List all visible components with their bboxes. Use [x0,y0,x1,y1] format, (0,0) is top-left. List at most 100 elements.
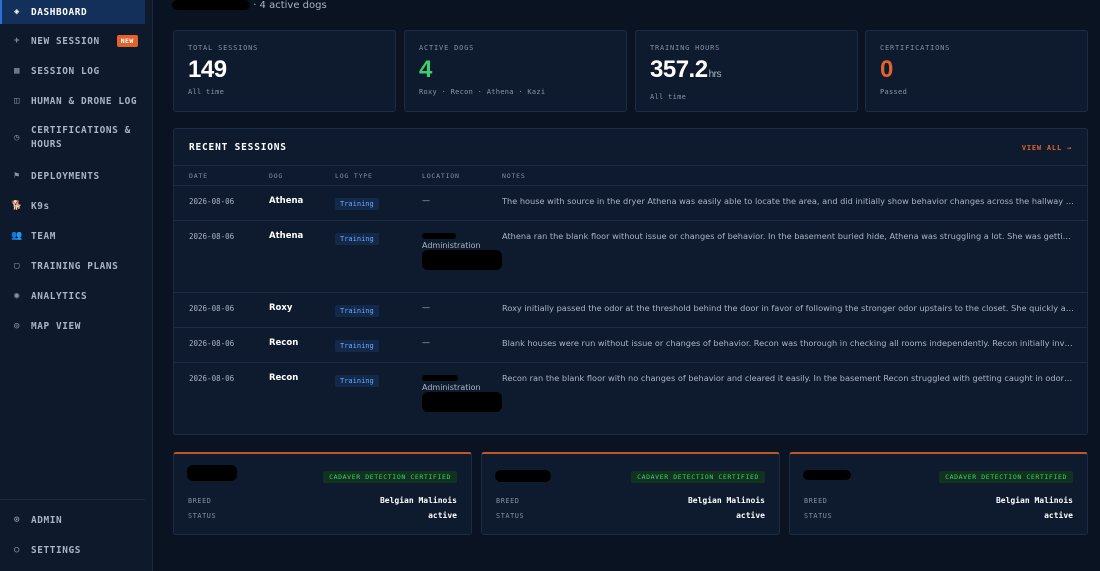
sidebar-item-label: HUMAN & DRONE LOG [31,95,138,107]
sidebar-item-human-drone-log[interactable]: ◫ HUMAN & DRONE LOG [0,86,137,116]
stat-sub: Passed [880,88,908,96]
sidebar-item-team[interactable]: 👥 TEAM [0,221,56,251]
cell-location: — [422,196,430,205]
redacted-text [422,374,458,381]
cell-location: — [422,303,430,312]
sidebar-item-certifications-hours[interactable]: ◷ CERTIFICATIONS & HOURS [0,116,140,160]
cell-dog: Roxy [269,303,293,313]
sidebar-item-new-session[interactable]: + NEW SESSION NEW [0,26,138,56]
cell-log-type-badge: Training [335,198,379,210]
sidebar-item-label: SETTINGS [31,544,81,556]
cell-log-type-badge: Training [335,375,379,387]
sidebar-item-settings[interactable]: ○ SETTINGS [0,535,153,565]
stat-sub: Roxy · Recon · Athena · Kazi [419,88,546,96]
log-icon: ▦ [13,66,21,77]
stat-card-training-hours: TRAINING HOURS 357.2hrs All time [635,30,858,112]
k9-card[interactable]: CADAVER DETECTION CERTIFIED BREED Belgia… [789,452,1088,535]
k9-card[interactable]: CADAVER DETECTION CERTIFIED BREED Belgia… [173,452,472,535]
cell-notes: Athena ran the blank floor without issue… [502,231,1074,241]
sidebar-item-label: DEPLOYMENTS [31,170,100,182]
k9-name-redacted [803,470,851,480]
stat-value: 0 [880,57,1073,83]
cell-date: 2026-08-06 [189,304,235,313]
sidebar-item-k9s[interactable]: 🐕 K9s [0,191,50,221]
certification-badge: CADAVER DETECTION CERTIFIED [631,471,765,483]
sidebar-item-deployments[interactable]: ⚑ DEPLOYMENTS [0,161,100,191]
column-header-dog[interactable]: DOG [269,172,283,180]
location-admin: Administration [422,383,481,392]
cell-notes: Recon ran the blank floor with no change… [502,373,1074,383]
stat-value: 149 [188,57,381,83]
flag-icon: ⚑ [13,171,21,182]
sidebar-bottom: ⊙ ADMIN ○ SETTINGS [0,505,153,565]
breed-label: BREED [804,497,828,505]
redacted-text [172,0,250,10]
cell-log-type-badge: Training [335,305,379,317]
cell-dog: Recon [269,338,299,348]
table-row[interactable]: 2026-08-06 Athena Training Administratio… [174,221,1087,293]
dog-icon: 🐕 [11,201,23,212]
settings-icon: ○ [13,545,21,556]
status-label: STATUS [496,512,525,520]
status-label: STATUS [804,512,833,520]
sidebar-item-map-view[interactable]: ◎ MAP VIEW [0,311,81,341]
redacted-text [422,250,502,270]
sidebar-item-admin[interactable]: ⊙ ADMIN [0,505,153,535]
table-row[interactable]: 2026-08-06 Recon Training Administration… [174,363,1087,435]
sidebar-item-label: TRAINING PLANS [31,260,119,272]
column-header-notes[interactable]: NOTES [502,172,526,180]
sidebar-item-label: CERTIFICATIONS & HOURS [31,125,131,150]
cell-dog: Athena [269,196,304,206]
k9-card[interactable]: CADAVER DETECTION CERTIFIED BREED Belgia… [481,452,780,535]
diamond-icon: ◈ [13,7,21,17]
admin-icon: ⊙ [13,515,21,526]
breed-label: BREED [496,497,520,505]
k9-name-redacted [495,470,551,482]
cell-date: 2026-08-06 [189,374,235,383]
sidebar-item-training-plans[interactable]: ▢ TRAINING PLANS [0,251,118,281]
stat-value: 357.2hrs [650,57,843,88]
view-all-link[interactable]: VIEW ALL → [1022,144,1072,152]
column-header-log-type[interactable]: LOG TYPE [335,172,373,180]
cell-date: 2026-08-06 [189,232,235,241]
stat-unit: hrs [708,69,722,80]
status-value: active [1044,511,1073,520]
table-header: DATE DOG LOG TYPE LOCATION NOTES [174,165,1087,186]
certification-badge: CADAVER DETECTION CERTIFIED [939,471,1073,483]
sidebar-divider [0,499,145,500]
stat-card-active-dogs: ACTIVE DOGS 4 Roxy · Recon · Athena · Ka… [404,30,627,112]
cell-log-type-badge: Training [335,233,379,245]
column-header-date[interactable]: DATE [189,172,208,180]
sidebar-item-label: K9s [31,200,50,212]
column-header-location[interactable]: LOCATION [422,172,460,180]
cell-log-type-badge: Training [335,340,379,352]
table-row[interactable]: 2026-08-06 Athena Training — The house w… [174,186,1087,221]
breed-value: Belgian Malinois [687,496,765,505]
clock-icon: ◷ [13,133,21,143]
cell-location: — [422,338,430,347]
cell-dog: Recon [269,373,299,383]
stat-label: ACTIVE DOGS [419,44,475,52]
cell-date: 2026-08-06 [189,339,235,348]
active-dogs-summary: · 4 active dogs [253,0,327,11]
sidebar-item-analytics[interactable]: ◉ ANALYTICS [0,281,87,311]
map-icon: ◎ [13,321,21,332]
stat-label: CERTIFICATIONS [880,44,951,52]
cell-notes: The house with source in the dryer Athen… [502,196,1074,206]
table-row[interactable]: 2026-08-06 Roxy Training — Roxy initiall… [174,293,1087,328]
panel-title: RECENT SESSIONS [189,142,287,153]
cell-location: Administration [422,231,502,270]
page-subtitle: · 4 active dogs [172,0,327,11]
sidebar-item-dashboard[interactable]: ◈ DASHBOARD [0,0,145,24]
sidebar-item-label: NEW SESSION [31,35,100,47]
stat-card-total-sessions: TOTAL SESSIONS 149 All time [173,30,396,112]
cell-location: Administration [422,373,502,412]
stat-value: 4 [419,57,612,83]
clipboard-icon: ▢ [13,261,21,272]
breed-value: Belgian Malinois [995,496,1073,505]
table-row[interactable]: 2026-08-06 Recon Training — Blank houses… [174,328,1087,363]
sidebar-item-session-log[interactable]: ▦ SESSION LOG [0,56,100,86]
stat-number: 357.2 [650,56,708,83]
sidebar-item-label: ANALYTICS [31,290,88,302]
redacted-text [422,232,456,239]
